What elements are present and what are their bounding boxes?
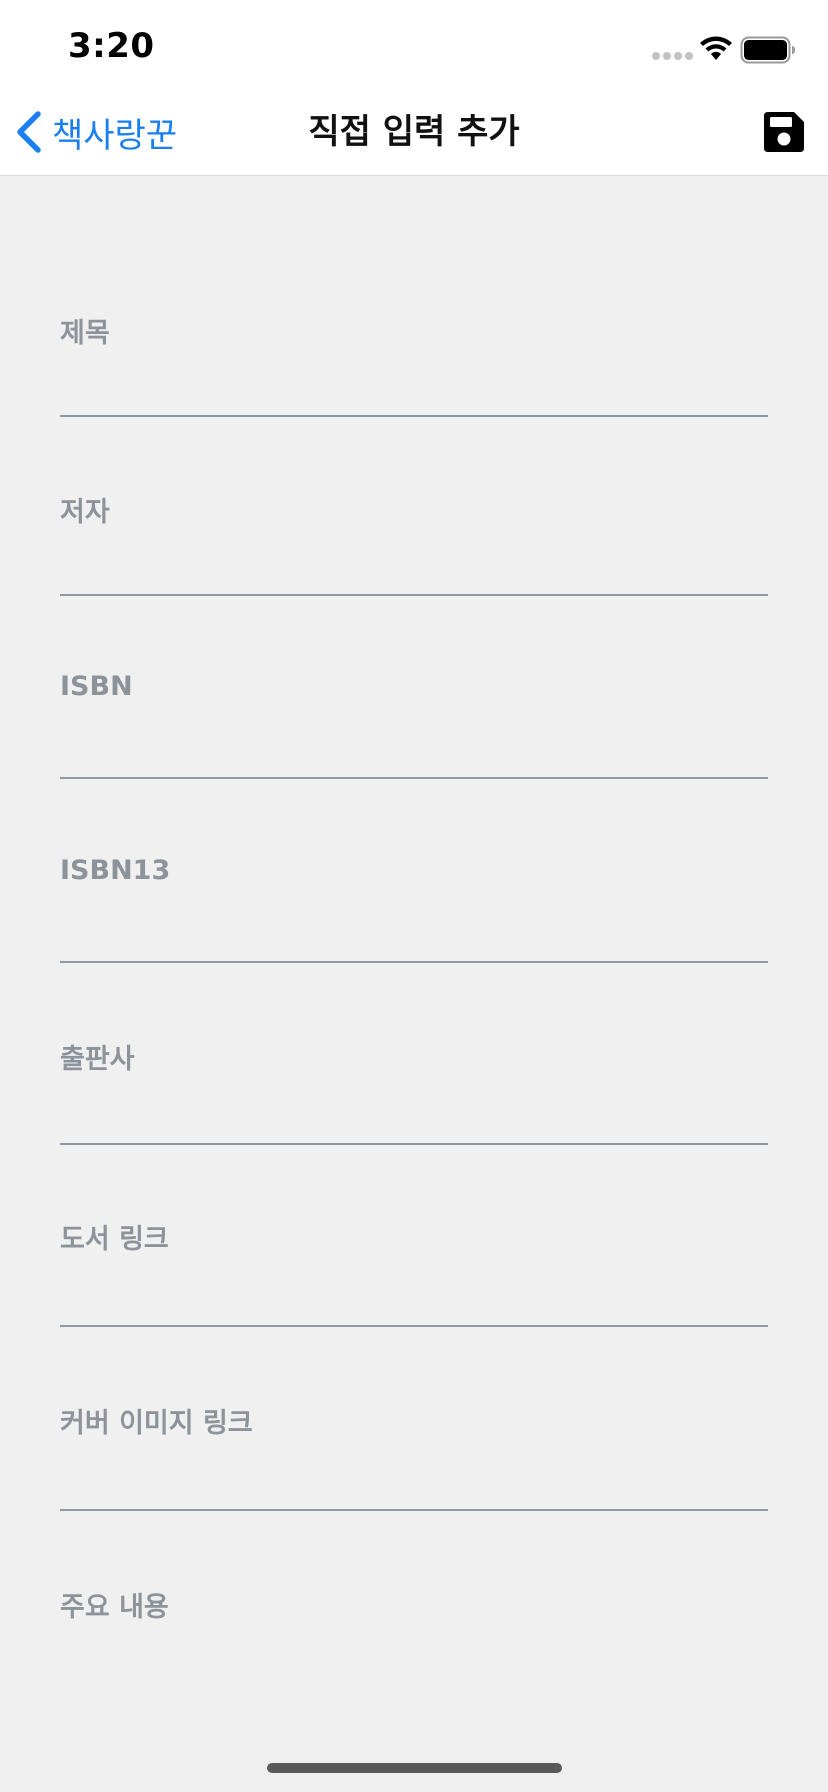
status-bar: 3:20	[0, 0, 828, 88]
book-link-field: 도서 링크	[60, 1217, 768, 1327]
field-label: 저자	[60, 497, 110, 528]
field-label: ISBN	[60, 671, 133, 702]
book-link-input[interactable]	[60, 1271, 768, 1327]
summary-textarea[interactable]	[60, 1637, 768, 1747]
publisher-field: 출판사	[60, 1037, 768, 1145]
floppy-disk-icon	[764, 112, 804, 152]
cover-image-link-input[interactable]	[60, 1455, 768, 1511]
isbn-field: ISBN	[60, 671, 768, 779]
battery-icon	[740, 36, 795, 64]
field-label: 제목	[60, 318, 110, 349]
title-input[interactable]	[60, 361, 768, 417]
field-label: 출판사	[60, 1044, 135, 1075]
field-label: 커버 이미지 링크	[60, 1408, 253, 1439]
isbn13-field: ISBN13	[60, 855, 768, 963]
wifi-icon	[700, 36, 732, 60]
title-field: 제목	[60, 311, 768, 417]
page-title: 직접 입력 추가	[308, 112, 520, 152]
isbn13-input[interactable]	[60, 907, 768, 963]
status-time: 3:20	[68, 26, 155, 66]
field-label: 도서 링크	[60, 1224, 169, 1255]
isbn-input[interactable]	[60, 723, 768, 779]
navigation-bar: 책사랑꾼 직접 입력 추가	[0, 88, 828, 176]
author-input[interactable]	[60, 540, 768, 596]
field-label: ISBN13	[60, 855, 171, 886]
cellular-signal-icon	[652, 52, 693, 60]
save-button[interactable]	[760, 108, 808, 156]
field-label: 주요 내용	[60, 1592, 169, 1623]
publisher-input[interactable]	[60, 1089, 768, 1145]
cover-image-link-field: 커버 이미지 링크	[60, 1401, 768, 1511]
summary-field: 주요 내용	[60, 1585, 768, 1747]
author-field: 저자	[60, 490, 768, 596]
home-indicator[interactable]	[267, 1763, 562, 1773]
